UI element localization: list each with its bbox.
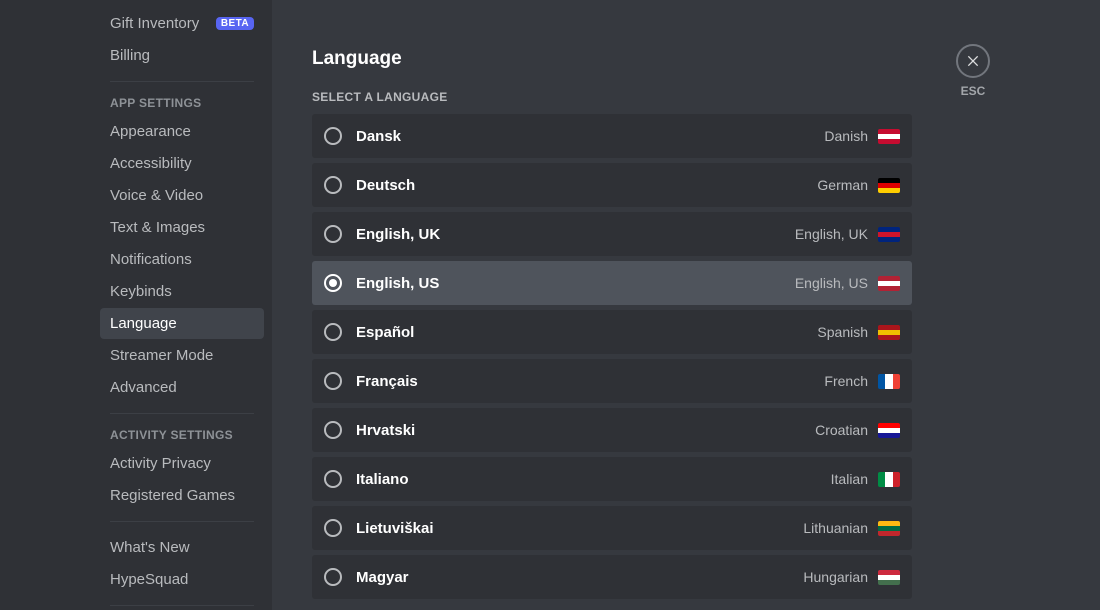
sidebar-item-registered-games[interactable]: Registered Games [100, 480, 264, 511]
language-label: English, UK [356, 226, 795, 243]
language-label: Deutsch [356, 177, 817, 194]
language-option-english-uk[interactable]: English, UKEnglish, UK [312, 212, 912, 256]
select-language-header: Select a Language [312, 90, 912, 104]
flag-icon [878, 521, 900, 536]
sidebar-item-what-s-new[interactable]: What's New [100, 532, 264, 563]
radio-icon [324, 470, 342, 488]
flag-icon [878, 276, 900, 291]
sidebar-item-voice-video[interactable]: Voice & Video [100, 180, 264, 211]
sidebar-item-label: Language [110, 315, 254, 332]
beta-badge: BETA [216, 17, 254, 30]
radio-icon [324, 225, 342, 243]
sidebar-item-label: HypeSquad [110, 571, 254, 588]
sidebar-item-language[interactable]: Language [100, 308, 264, 339]
sidebar-item-keybinds[interactable]: Keybinds [100, 276, 264, 307]
flag-icon [878, 570, 900, 585]
language-option-dansk[interactable]: DanskDanish [312, 114, 912, 158]
sidebar-item-label: Accessibility [110, 155, 254, 172]
radio-icon [324, 127, 342, 145]
flag-icon [878, 472, 900, 487]
radio-icon [324, 519, 342, 537]
language-label: Magyar [356, 569, 803, 586]
language-label: Français [356, 373, 824, 390]
language-label: Hrvatski [356, 422, 815, 439]
page-title: Language [312, 48, 912, 70]
flag-icon [878, 374, 900, 389]
sidebar-item-label: Voice & Video [110, 187, 254, 204]
sidebar-item-appearance[interactable]: Appearance [100, 116, 264, 147]
close-icon [965, 53, 981, 69]
sidebar-separator [110, 413, 254, 414]
sidebar-item-activity-privacy[interactable]: Activity Privacy [100, 448, 264, 479]
flag-icon [878, 227, 900, 242]
sidebar-item-label: Activity Privacy [110, 455, 254, 472]
language-label: Dansk [356, 128, 824, 145]
sidebar-section-header: Activity Settings [100, 424, 264, 448]
language-native: French [824, 373, 868, 389]
radio-icon [324, 372, 342, 390]
language-option-hrvatski[interactable]: HrvatskiCroatian [312, 408, 912, 452]
language-native: Lithuanian [803, 520, 868, 536]
radio-icon [324, 421, 342, 439]
sidebar-item-notifications[interactable]: Notifications [100, 244, 264, 275]
sidebar-item-label: Keybinds [110, 283, 254, 300]
flag-icon [878, 325, 900, 340]
language-native: English, UK [795, 226, 868, 242]
language-option-fran-ais[interactable]: FrançaisFrench [312, 359, 912, 403]
radio-icon [324, 274, 342, 292]
language-native: German [817, 177, 868, 193]
language-native: Danish [824, 128, 868, 144]
language-native: Croatian [815, 422, 868, 438]
sidebar-item-label: Registered Games [110, 487, 254, 504]
language-option-italiano[interactable]: ItalianoItalian [312, 457, 912, 501]
sidebar-item-streamer-mode[interactable]: Streamer Mode [100, 340, 264, 371]
language-label: Español [356, 324, 817, 341]
language-option-espa-ol[interactable]: EspañolSpanish [312, 310, 912, 354]
language-native: Spanish [817, 324, 868, 340]
sidebar-item-label: Text & Images [110, 219, 254, 236]
sidebar-item-gift-inventory[interactable]: Gift InventoryBETA [100, 8, 264, 39]
language-label: English, US [356, 275, 795, 292]
sidebar-item-label: Billing [110, 47, 254, 64]
language-option-magyar[interactable]: MagyarHungarian [312, 555, 912, 599]
sidebar-item-label: Streamer Mode [110, 347, 254, 364]
language-native: Italian [831, 471, 868, 487]
language-option-deutsch[interactable]: DeutschGerman [312, 163, 912, 207]
language-option-lietuvi-kai[interactable]: LietuviškaiLithuanian [312, 506, 912, 550]
sidebar-item-hypesquad[interactable]: HypeSquad [100, 564, 264, 595]
flag-icon [878, 129, 900, 144]
sidebar-separator [110, 605, 254, 606]
language-native: English, US [795, 275, 868, 291]
radio-icon [324, 176, 342, 194]
language-option-english-us[interactable]: English, USEnglish, US [312, 261, 912, 305]
language-label: Lietuviškai [356, 520, 803, 537]
sidebar-separator [110, 521, 254, 522]
language-native: Hungarian [803, 569, 868, 585]
esc-label: ESC [961, 84, 986, 98]
sidebar-item-label: Notifications [110, 251, 254, 268]
sidebar-item-text-images[interactable]: Text & Images [100, 212, 264, 243]
sidebar-item-label: Appearance [110, 123, 254, 140]
sidebar-separator [110, 81, 254, 82]
sidebar-item-advanced[interactable]: Advanced [100, 372, 264, 403]
sidebar-item-label: Gift Inventory [110, 15, 216, 32]
language-label: Italiano [356, 471, 831, 488]
flag-icon [878, 178, 900, 193]
flag-icon [878, 423, 900, 438]
sidebar-item-label: Advanced [110, 379, 254, 396]
sidebar-item-billing[interactable]: Billing [100, 40, 264, 71]
radio-icon [324, 568, 342, 586]
close-button[interactable] [956, 44, 990, 78]
sidebar-item-accessibility[interactable]: Accessibility [100, 148, 264, 179]
radio-icon [324, 323, 342, 341]
sidebar-section-header: App Settings [100, 92, 264, 116]
sidebar-item-label: What's New [110, 539, 254, 556]
